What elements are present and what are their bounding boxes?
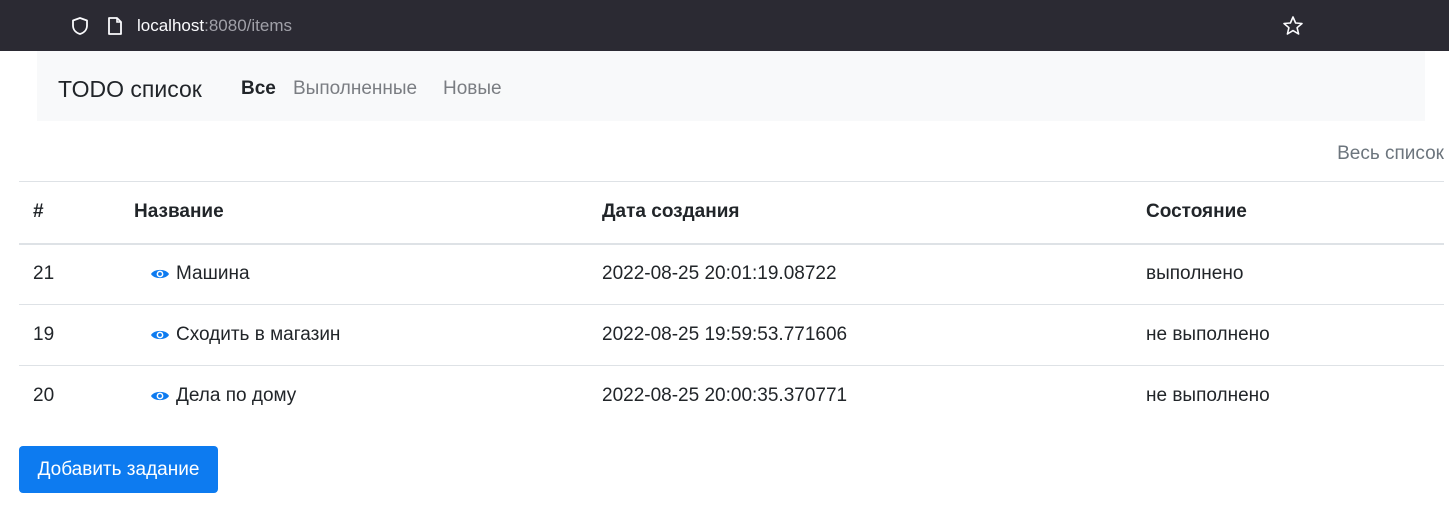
row-id: 21 [19,243,120,305]
full-list-link[interactable]: Весь список [1337,142,1444,166]
row-name-cell: Дела по дому [120,366,588,427]
header-id: # [19,181,120,245]
row-status: не выполнено [1132,304,1444,366]
row-created: 2022-08-25 19:59:53.771606 [588,304,1132,366]
eye-icon[interactable] [150,389,170,403]
table-header-row: # Название Дата создания Состояние [19,181,1444,245]
add-task-button[interactable]: Добавить задание [19,446,218,493]
row-created: 2022-08-25 20:01:19.08722 [588,243,1132,305]
nav-link-new[interactable]: Новые [443,77,502,101]
eye-icon[interactable] [150,267,170,281]
row-status: выполнено [1132,243,1444,305]
nav-link-completed[interactable]: Выполненные [293,77,417,101]
table-row: 20 Дела по дому 2022-08-25 20:00:35.3707… [19,366,1444,427]
row-name-cell: Машина [120,243,588,305]
row-id: 20 [33,385,55,407]
table-row: 21 Машина 2022-08-25 20:01:19.08722 выпо… [19,243,1444,305]
header-status: Состояние [1132,181,1444,245]
row-created: 2022-08-25 20:00:35.370771 [602,385,848,407]
navbar-brand[interactable]: TODO список [58,75,202,103]
row-name: Сходить в магазин [176,324,341,345]
row-name-cell: Сходить в магазин [120,304,588,366]
row-status: не выполнено [1146,385,1270,407]
address-bar-url[interactable]: localhost:8080/items [137,16,292,36]
tasks-table: # Название Дата создания Состояние 21 Ма… [19,181,1444,427]
header-name: Название [120,181,588,245]
url-host: localhost [137,16,205,35]
nav-link-all[interactable]: Все [241,77,276,101]
shield-icon[interactable] [70,16,90,36]
browser-toolbar: localhost:8080/items [0,0,1449,51]
star-icon[interactable] [1282,15,1304,37]
row-id: 19 [19,304,120,366]
table-row: 19 Сходить в магазин 2022-08-25 19:59:53… [19,304,1444,366]
row-name: Дела по дому [176,385,297,407]
page-icon[interactable] [106,16,124,36]
eye-icon[interactable] [150,328,170,342]
navbar: TODO список Все Выполненные Новые [37,51,1425,121]
url-path: :8080/items [204,16,292,35]
row-name: Машина [176,263,250,285]
header-created: Дата создания [588,181,1132,245]
